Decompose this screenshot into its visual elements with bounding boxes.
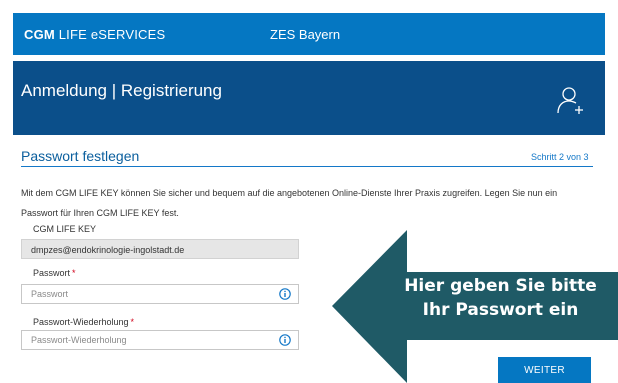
password-field[interactable] [21, 284, 299, 304]
callout-line-2: Ihr Passwort ein [422, 300, 579, 320]
section-title: Passwort festlegen [21, 148, 140, 164]
repeat-password-field[interactable] [21, 330, 299, 350]
add-user-icon [557, 87, 583, 114]
key-value: dmpzes@endokrinologie-ingolstadt.de [31, 245, 185, 255]
repeat-password-input[interactable] [22, 331, 271, 349]
key-label: CGM LIFE KEY [33, 224, 97, 234]
callout-text: Hier geben Sie bitte Ihr Passwort ein [383, 274, 618, 322]
page-title: Anmeldung | Registrierung [21, 81, 222, 100]
info-icon[interactable] [279, 288, 291, 300]
brand-logo: CGM LIFE eSERVICES [24, 27, 165, 42]
password-label-text: Passwort [33, 268, 71, 278]
repeat-label-text: Passwort-Wiederholung [33, 317, 129, 327]
section-divider [21, 166, 593, 167]
password-input[interactable] [22, 285, 271, 303]
callout-line-1: Hier geben Sie bitte [404, 276, 597, 296]
intro-text: Mit dem CGM LIFE KEY können Sie sicher u… [21, 188, 558, 218]
app-name: ZES Bayern [270, 27, 341, 42]
hero-banner: Anmeldung | Registrierung [13, 61, 605, 135]
key-field: dmpzes@endokrinologie-ingolstadt.de [21, 239, 299, 259]
top-bar: CGM LIFE eSERVICES ZES Bayern [13, 13, 605, 55]
repeat-label: Passwort-Wiederholung * [33, 317, 134, 327]
password-label: Passwort * [33, 268, 76, 278]
info-icon[interactable] [279, 334, 291, 346]
brand-rest: LIFE eSERVICES [58, 27, 166, 42]
required-mark: * [130, 317, 135, 327]
step-indicator: Schritt 2 von 3 [531, 152, 589, 162]
required-mark: * [72, 268, 76, 278]
brand-bold: CGM [24, 27, 55, 42]
